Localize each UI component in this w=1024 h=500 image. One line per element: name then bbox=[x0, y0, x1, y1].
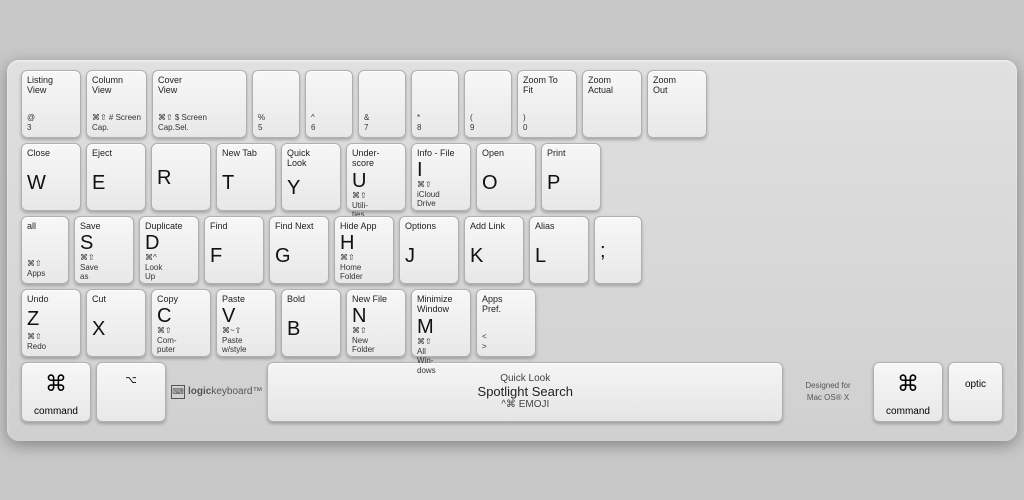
key-new-tab-t[interactable]: New Tab T bbox=[216, 143, 276, 211]
key-find-next-g[interactable]: Find Next G bbox=[269, 216, 329, 284]
key-zoom-fit[interactable]: Zoom ToFit )0 bbox=[517, 70, 577, 138]
key-r[interactable]: R bbox=[151, 143, 211, 211]
key-cut-x[interactable]: Cut X bbox=[86, 289, 146, 357]
spacebar-top-label: Quick Look bbox=[500, 373, 550, 384]
key-save-s[interactable]: Save S ⌘⇧Saveas bbox=[74, 216, 134, 284]
key-listing-view[interactable]: ListingView @3 bbox=[21, 70, 81, 138]
key-bold-b[interactable]: Bold B bbox=[281, 289, 341, 357]
key-9[interactable]: (9 bbox=[464, 70, 512, 138]
key-column-view[interactable]: ColumnView ⌘⇧ # ScreenCap. bbox=[86, 70, 147, 138]
key-option-left[interactable]: ⌥ bbox=[96, 362, 166, 422]
key-find-f[interactable]: Find F bbox=[204, 216, 264, 284]
key-new-file-n[interactable]: New File N ⌘⇧NewFolder bbox=[346, 289, 406, 357]
key-copy-c[interactable]: Copy C ⌘⇧Com-puter bbox=[151, 289, 211, 357]
key-hide-app-h[interactable]: Hide App H ⌘⇧HomeFolder bbox=[334, 216, 394, 284]
key-eject-e[interactable]: Eject E bbox=[86, 143, 146, 211]
key-all[interactable]: all ⌘⇧Apps bbox=[21, 216, 69, 284]
key-paste-v[interactable]: Paste V ⌘~⇧Pastew/style bbox=[216, 289, 276, 357]
key-alias-l[interactable]: Alias L bbox=[529, 216, 589, 284]
spacebar-sub-label: ^⌘ EMOJI bbox=[501, 399, 549, 410]
key-option-right[interactable]: optic bbox=[948, 362, 1003, 422]
key-6[interactable]: ^6 bbox=[305, 70, 353, 138]
spacebar-main-label: Spotlight Search bbox=[478, 384, 573, 399]
keyboard: ListingView @3 ColumnView ⌘⇧ # ScreenCap… bbox=[7, 60, 1017, 441]
row-zxcv: Undo Z ⌘⇧Redo Cut X Copy C ⌘⇧Com-puter P… bbox=[21, 289, 1003, 357]
row-asdf: all ⌘⇧Apps Save S ⌘⇧Saveas Duplicate D ⌘… bbox=[21, 216, 1003, 284]
key-open-o[interactable]: Open O bbox=[476, 143, 536, 211]
key-quick-look-y[interactable]: QuickLook Y bbox=[281, 143, 341, 211]
key-underscore-u[interactable]: Under-score U ⌘⇧Utili-ties bbox=[346, 143, 406, 211]
key-close-w[interactable]: Close W bbox=[21, 143, 81, 211]
row-numbers: ListingView @3 ColumnView ⌘⇧ # ScreenCap… bbox=[21, 70, 1003, 138]
key-minimize-m[interactable]: MinimizeWindow M ⌘⇧AllWin-dows bbox=[411, 289, 471, 357]
key-apps-pref[interactable]: AppsPref. <> bbox=[476, 289, 536, 357]
key-7[interactable]: &7 bbox=[358, 70, 406, 138]
designed-for-label: Designed forMac OS® X bbox=[805, 380, 850, 402]
logic-keyboard-logo: ⌨ logickeyboard™ bbox=[171, 385, 262, 399]
row-qwerty: Close W Eject E R New Tab T QuickLook Y … bbox=[21, 143, 1003, 211]
spacebar[interactable]: Quick Look Spotlight Search ^⌘ EMOJI bbox=[267, 362, 783, 422]
left-cmd-label: command bbox=[27, 406, 85, 417]
key-duplicate-d[interactable]: Duplicate D ⌘^LookUp bbox=[139, 216, 199, 284]
right-cmd-label: command bbox=[879, 406, 937, 417]
key-zoom-actual[interactable]: ZoomActual bbox=[582, 70, 642, 138]
left-cmd-symbol: ⌘ bbox=[27, 367, 85, 397]
key-8[interactable]: *8 bbox=[411, 70, 459, 138]
key-left-command[interactable]: ⌘ command bbox=[21, 362, 91, 422]
key-right-command[interactable]: ⌘ command bbox=[873, 362, 943, 422]
key-print-p[interactable]: Print P bbox=[541, 143, 601, 211]
key-info-file-i[interactable]: Info - File I ⌘⇧iCloudDrive bbox=[411, 143, 471, 211]
key-add-link-k[interactable]: Add Link K bbox=[464, 216, 524, 284]
key-5[interactable]: %5 bbox=[252, 70, 300, 138]
right-cmd-symbol: ⌘ bbox=[879, 367, 937, 397]
key-undo-z[interactable]: Undo Z ⌘⇧Redo bbox=[21, 289, 81, 357]
key-options-j[interactable]: Options J bbox=[399, 216, 459, 284]
key-semicolon[interactable]: ; bbox=[594, 216, 642, 284]
row-spacebar: ⌘ command ⌥ ⌨ logickeyboard™ Quick Look … bbox=[21, 362, 1003, 422]
key-zoom-out[interactable]: ZoomOut bbox=[647, 70, 707, 138]
key-cover-view[interactable]: CoverView ⌘⇧ $ ScreenCap.Sel. bbox=[152, 70, 247, 138]
